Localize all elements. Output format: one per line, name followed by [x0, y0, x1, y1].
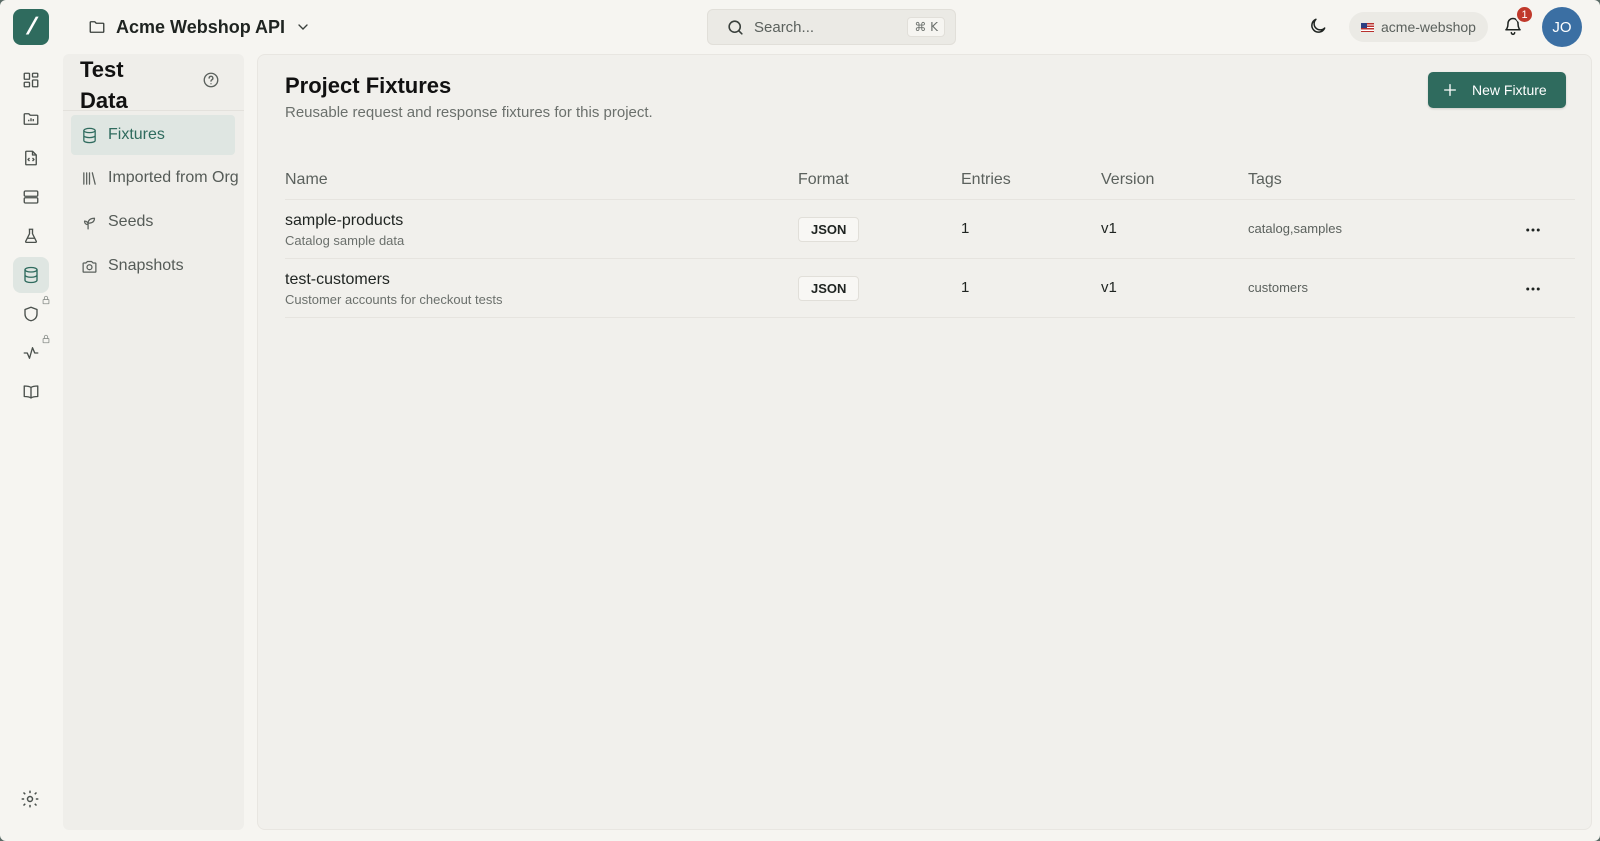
tags: customers — [1248, 280, 1308, 295]
divider — [63, 110, 244, 111]
column-header-tags[interactable]: Tags — [1248, 171, 1282, 189]
settings-icon — [20, 789, 40, 809]
version: v1 — [1101, 220, 1117, 237]
search-icon — [726, 18, 745, 37]
new-fixture-button[interactable]: New Fixture — [1428, 72, 1566, 108]
rail-projects[interactable] — [13, 101, 49, 137]
search-placeholder: Search... — [754, 18, 815, 36]
top-bar: / Acme Webshop API Search... ⌘ K acme-we… — [0, 0, 1600, 54]
moon-icon — [1308, 16, 1330, 36]
book-open-icon — [22, 383, 40, 401]
subnav-item-label: Seeds — [108, 213, 154, 230]
rail-servers[interactable] — [13, 179, 49, 215]
database-icon — [81, 127, 98, 144]
entries-count: 1 — [961, 279, 970, 296]
camera-icon — [81, 258, 98, 275]
workspace-name: acme-webshop — [1381, 19, 1476, 35]
table-header: Name Format Entries Version Tags — [285, 160, 1575, 200]
workspace-selector[interactable]: acme-webshop — [1349, 12, 1488, 42]
subnav-item-snapshots[interactable]: Snapshots — [71, 246, 235, 286]
flag-icon — [1361, 22, 1374, 32]
plus-icon — [1442, 82, 1458, 98]
table-row[interactable]: sample-products Catalog sample data JSON… — [285, 200, 1575, 259]
folder-icon — [88, 18, 106, 36]
rail-docs[interactable] — [13, 374, 49, 410]
row-actions-button[interactable] — [1521, 218, 1545, 242]
rail-security[interactable] — [13, 295, 50, 332]
server-icon — [22, 188, 40, 206]
logo-glyph: / — [25, 13, 37, 40]
rail-dashboard[interactable] — [13, 62, 49, 98]
fixture-name-cell: sample-products Catalog sample data — [285, 212, 404, 248]
help-button[interactable] — [202, 71, 220, 89]
new-fixture-label: New Fixture — [1472, 82, 1547, 98]
section-title-line2: Data — [80, 88, 128, 113]
fixture-description: Catalog sample data — [285, 233, 405, 248]
help-circle-icon — [202, 71, 220, 89]
fixture-name[interactable]: sample-products — [285, 212, 404, 230]
more-horizontal-icon — [1524, 221, 1542, 239]
dashboard-icon — [22, 71, 40, 89]
table-row[interactable]: test-customers Customer accounts for che… — [285, 259, 1575, 318]
section-title-line1: Test — [80, 57, 124, 82]
section-title: Test Data — [80, 54, 128, 116]
activity-icon — [22, 344, 40, 362]
sprout-icon — [81, 214, 98, 231]
rail-tests[interactable] — [13, 218, 49, 254]
database-icon — [22, 266, 40, 284]
subnav-item-imported[interactable]: Imported from Org — [71, 158, 244, 198]
theme-toggle-button[interactable] — [1308, 16, 1330, 38]
subnav-item-label: Snapshots — [108, 257, 184, 274]
library-icon — [81, 170, 98, 187]
search-input[interactable]: Search... ⌘ K — [707, 9, 956, 45]
column-header-format[interactable]: Format — [798, 171, 849, 189]
format-badge: JSON — [798, 217, 860, 242]
app-window: / Acme Webshop API Search... ⌘ K acme-we… — [0, 0, 1600, 841]
search-shortcut: ⌘ K — [907, 17, 945, 37]
tags: catalog,samples — [1248, 221, 1342, 236]
flask-icon — [22, 227, 40, 245]
notification-badge: 1 — [1515, 5, 1534, 24]
column-header-name[interactable]: Name — [285, 171, 328, 189]
rail-test-data[interactable] — [13, 257, 49, 293]
fixture-description: Customer accounts for checkout tests — [285, 292, 503, 307]
format-badge: JSON — [798, 276, 860, 301]
fixture-name[interactable]: test-customers — [285, 271, 502, 289]
subnav-item-label: Fixtures — [108, 126, 165, 143]
page-subtitle: Reusable request and response fixtures f… — [285, 104, 653, 121]
entries-count: 1 — [961, 220, 970, 237]
code-file-icon — [22, 149, 40, 167]
subnav-item-seeds[interactable]: Seeds — [71, 202, 235, 242]
more-horizontal-icon — [1524, 280, 1542, 298]
rail-code[interactable] — [13, 140, 49, 176]
settings-button[interactable] — [20, 789, 40, 809]
main-panel: Project Fixtures Reusable request and re… — [257, 54, 1592, 830]
page-title: Project Fixtures — [285, 73, 452, 98]
project-name: Acme Webshop API — [116, 16, 286, 37]
icon-rail — [0, 54, 62, 841]
lock-icon — [41, 331, 51, 349]
fixture-name-cell: test-customers Customer accounts for che… — [285, 271, 502, 307]
test-data-nav: Test Data Fixtures Imported from Org See… — [63, 54, 244, 830]
rail-monitoring[interactable] — [13, 334, 50, 371]
folder-chart-icon — [22, 110, 40, 128]
column-header-version[interactable]: Version — [1101, 171, 1154, 189]
chevron-down-icon — [295, 19, 311, 35]
user-avatar[interactable]: JO — [1542, 7, 1582, 47]
app-logo[interactable]: / — [13, 9, 49, 45]
subnav-item-fixtures[interactable]: Fixtures — [71, 115, 235, 155]
project-switcher[interactable]: Acme Webshop API — [88, 14, 311, 40]
shield-icon — [22, 305, 40, 323]
subnav-item-label: Imported from Org — [108, 169, 239, 186]
fixtures-table: Name Format Entries Version Tags sample-… — [285, 160, 1575, 318]
version: v1 — [1101, 279, 1117, 296]
lock-icon — [41, 292, 51, 310]
column-header-entries[interactable]: Entries — [961, 171, 1011, 189]
row-actions-button[interactable] — [1521, 277, 1545, 301]
